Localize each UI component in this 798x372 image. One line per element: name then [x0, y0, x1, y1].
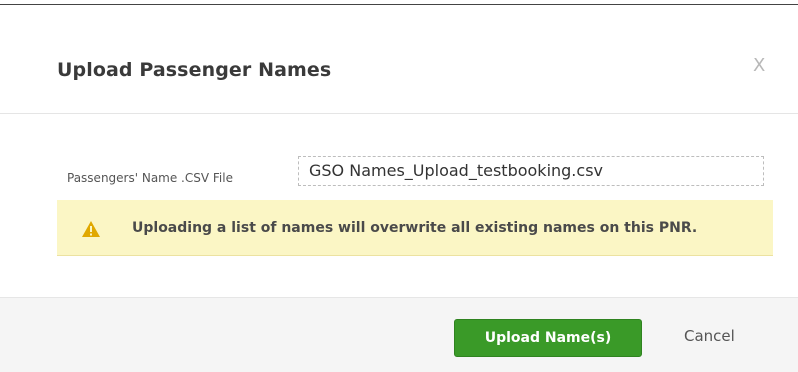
warning-text: Uploading a list of names will overwrite… [132, 220, 698, 236]
warning-banner: Uploading a list of names will overwrite… [57, 200, 773, 256]
upload-names-button[interactable]: Upload Name(s) [454, 319, 642, 357]
selected-file-name: GSO Names_Upload_testbooking.csv [309, 161, 603, 180]
modal-title: Upload Passenger Names [57, 59, 332, 81]
csv-file-label: Passengers' Name .CSV File [67, 171, 233, 185]
modal-header: Upload Passenger Names X [0, 6, 798, 114]
close-icon[interactable]: X [753, 55, 765, 76]
cancel-button[interactable]: Cancel [684, 327, 735, 345]
csv-file-input[interactable]: GSO Names_Upload_testbooking.csv [298, 156, 764, 186]
modal-footer: Upload Name(s) Cancel [0, 297, 798, 372]
warning-triangle-icon [81, 220, 101, 242]
top-divider [0, 4, 798, 5]
